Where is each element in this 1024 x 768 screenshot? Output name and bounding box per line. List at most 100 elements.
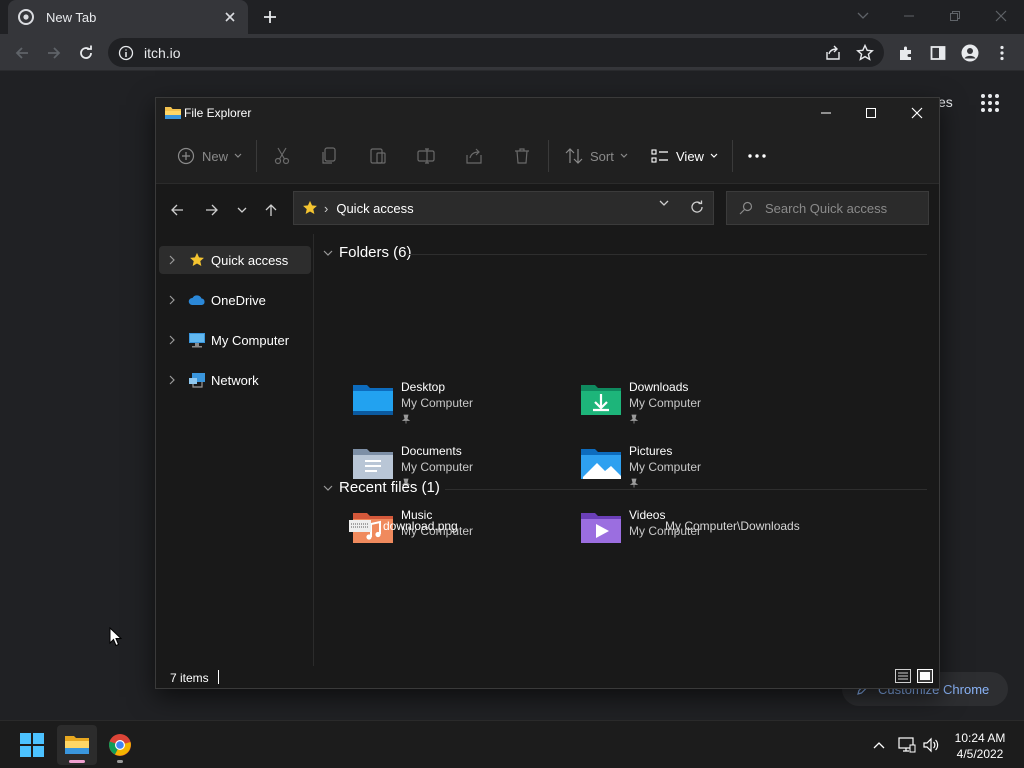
separator [256, 140, 257, 172]
info-icon[interactable] [118, 45, 134, 61]
tab-search-button[interactable] [840, 0, 886, 32]
extensions-button[interactable] [896, 43, 916, 63]
cut-button[interactable] [272, 142, 292, 170]
minimize-button[interactable] [886, 0, 932, 32]
recent-files-group-header[interactable]: Recent files (1) [323, 479, 440, 496]
expand-chevron-icon[interactable] [161, 255, 183, 265]
folders-group-header[interactable]: Folders (6) [323, 244, 412, 261]
copy-button[interactable] [320, 142, 340, 170]
chevron-down-icon [234, 153, 242, 158]
new-tab-button[interactable] [258, 6, 282, 28]
chevron-down-icon [323, 250, 333, 256]
paste-button[interactable] [368, 142, 388, 170]
folder-location: My Computer [629, 396, 702, 410]
new-label: New [202, 148, 229, 164]
sidebar-item-quick-access[interactable]: Quick access [159, 246, 311, 274]
ntp-images-link[interactable]: es [938, 94, 953, 110]
show-hidden-icons-button[interactable] [869, 735, 889, 755]
explorer-back-button[interactable] [165, 198, 189, 222]
network-status-button[interactable] [897, 735, 917, 755]
volume-button[interactable] [921, 735, 941, 755]
explorer-close-button[interactable] [894, 98, 940, 128]
rename-button[interactable] [416, 142, 436, 170]
plus-circle-icon [176, 146, 196, 166]
explorer-maximize-button[interactable] [848, 98, 894, 128]
chrome-menu-button[interactable] [992, 43, 1012, 63]
taskbar-chrome-button[interactable] [100, 725, 140, 765]
folder-pictures[interactable]: Pictures My Computer [579, 443, 799, 499]
expand-chevron-icon[interactable] [161, 335, 183, 345]
folder-name: Documents [401, 444, 462, 458]
view-button[interactable]: View [650, 142, 718, 170]
recent-file-path: My Computer\Downloads [665, 519, 800, 533]
profile-button[interactable] [960, 43, 980, 63]
explorer-address-bar[interactable]: › Quick access [293, 191, 714, 225]
navigation-pane: Quick access OneDrive My Computer Networ… [156, 234, 314, 666]
see-more-button[interactable] [748, 142, 766, 170]
back-button[interactable] [8, 39, 36, 67]
sidebar-item-network[interactable]: Network [159, 366, 311, 394]
content-pane: Folders (6) Desktop My Computer Download… [315, 234, 939, 666]
sidebar-item-label: Network [211, 372, 259, 388]
chevron-down-icon [710, 153, 718, 158]
recent-locations-button[interactable] [230, 198, 254, 222]
chrome-favicon-icon [18, 9, 34, 25]
computer-icon [187, 331, 207, 349]
address-bar[interactable]: itch.io [108, 38, 884, 67]
tiles-view-button[interactable] [916, 668, 934, 684]
new-button[interactable]: New [176, 142, 242, 170]
rename-icon [416, 146, 436, 166]
bookmark-star-icon[interactable] [856, 44, 874, 62]
expand-chevron-icon[interactable] [161, 375, 183, 385]
delete-button[interactable] [512, 142, 532, 170]
tab-new-tab[interactable]: New Tab [8, 0, 248, 34]
breadcrumb-quick-access[interactable]: Quick access [336, 201, 413, 216]
desktop-folder-icon [353, 385, 393, 415]
recent-file-row[interactable]: download.png My Computer\Downloads [349, 516, 909, 536]
sidebar-item-label: My Computer [211, 332, 290, 348]
pin-icon [401, 411, 473, 427]
chevron-down-icon [237, 207, 247, 213]
side-panel-button[interactable] [928, 43, 948, 63]
close-window-button[interactable] [978, 0, 1024, 32]
folder-downloads[interactable]: Downloads My Computer [579, 379, 799, 435]
up-button[interactable] [259, 198, 283, 222]
details-view-button[interactable] [894, 668, 912, 684]
refresh-icon[interactable] [689, 199, 705, 215]
clock-date: 4/5/2022 [956, 747, 1004, 761]
pictures-folder-icon [581, 449, 621, 479]
start-button[interactable] [12, 725, 52, 765]
chevron-down-icon [323, 485, 333, 491]
minimize-icon [904, 15, 914, 17]
trash-icon [512, 146, 532, 166]
folder-name: Pictures [629, 444, 673, 458]
sort-icon [564, 146, 584, 166]
recent-files-group-title: Recent files (1) [339, 479, 440, 496]
folder-desktop[interactable]: Desktop My Computer [351, 379, 571, 435]
arrow-left-icon [15, 47, 28, 59]
chevron-down-icon[interactable] [659, 200, 669, 206]
taskbar-clock[interactable]: 10:24 AM 4/5/2022 [946, 730, 1014, 762]
share-icon[interactable] [824, 44, 842, 62]
running-app-indicator [117, 760, 123, 763]
image-thumbnail-icon [349, 520, 371, 532]
forward-button[interactable] [40, 39, 68, 67]
item-count: 7 items [170, 671, 209, 685]
sort-button[interactable]: Sort [564, 142, 628, 170]
apps-grid-icon[interactable] [980, 93, 1000, 113]
expand-chevron-icon[interactable] [161, 295, 183, 305]
explorer-forward-button[interactable] [200, 198, 224, 222]
restore-button[interactable] [932, 0, 978, 32]
close-tab-icon[interactable] [222, 9, 238, 25]
sidebar-item-my-computer[interactable]: My Computer [159, 326, 311, 354]
sidebar-item-onedrive[interactable]: OneDrive [159, 286, 311, 314]
star-icon [303, 200, 317, 215]
explorer-search-box[interactable]: Search Quick access [726, 191, 929, 225]
windows-logo-icon [20, 733, 44, 757]
explorer-minimize-button[interactable] [803, 98, 849, 128]
cloud-icon [187, 291, 207, 309]
taskbar-file-explorer-button[interactable] [57, 725, 97, 765]
reload-button[interactable] [72, 39, 100, 67]
arrow-left-icon [171, 204, 183, 216]
share-button[interactable] [464, 142, 484, 170]
